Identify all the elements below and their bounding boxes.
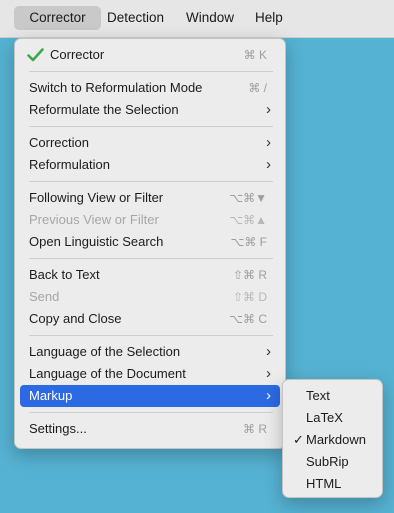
chevron-right-icon: › — [266, 156, 271, 173]
menubar-item-corrector[interactable]: Corrector — [14, 6, 101, 30]
menu-item-label: Previous View or Filter — [29, 212, 159, 227]
menu-item-label: Language of the Selection — [29, 344, 181, 359]
chevron-right-icon: › — [266, 343, 271, 360]
submenu-item-subrip[interactable]: SubRip — [288, 451, 378, 473]
menu-item-label: HTML — [306, 476, 342, 491]
shortcut-label: ⌘ R — [243, 422, 267, 436]
menu-item-correction[interactable]: Correction › — [20, 132, 280, 154]
menubar-item-label: Detection — [107, 10, 165, 25]
shortcut-label: ⌘ K — [243, 48, 267, 62]
menu-item-label: Following View or Filter — [29, 190, 164, 205]
menu-item-linguistic-search[interactable]: Open Linguistic Search ⌥⌘ F — [20, 231, 280, 253]
menu-item-label: Switch to Reformulation Mode — [29, 80, 203, 95]
menubar-item-label: Window — [186, 10, 235, 25]
menu-item-label: Open Linguistic Search — [29, 234, 164, 249]
submenu-item-text[interactable]: Text — [288, 385, 378, 407]
menubar-item-label: Help — [255, 10, 283, 25]
menu-item-following-view[interactable]: Following View or Filter ⌥⌘▼ — [20, 187, 280, 209]
shortcut-label: ⌥⌘▼ — [229, 191, 267, 205]
menu-item-settings[interactable]: Settings... ⌘ R — [20, 418, 280, 440]
menu-bar: Corrector Detection Window Help — [0, 0, 394, 38]
menu-item-label: Correction — [29, 135, 89, 150]
menu-item-markup[interactable]: Markup › — [20, 385, 280, 407]
shortcut-label: ⇧⌘ D — [232, 290, 267, 304]
chevron-right-icon: › — [266, 365, 271, 382]
menu-item-label: Send — [29, 289, 60, 304]
menu-item-corrector[interactable]: Corrector ⌘ K — [20, 44, 280, 66]
shortcut-label: ⌥⌘▲ — [229, 213, 267, 227]
menu-item-label: Markup — [29, 388, 73, 403]
chevron-right-icon: › — [266, 134, 271, 151]
menu-item-switch-mode[interactable]: Switch to Reformulation Mode ⌘ / — [20, 77, 280, 99]
menu-item-back-to-text[interactable]: Back to Text ⇧⌘ R — [20, 264, 280, 286]
menu-item-label: Language of the Document — [29, 366, 186, 381]
menu-item-copy-close[interactable]: Copy and Close ⌥⌘ C — [20, 308, 280, 330]
chevron-right-icon: › — [266, 101, 271, 118]
menubar-item-help[interactable]: Help — [255, 6, 283, 30]
menu-separator — [29, 412, 273, 413]
menu-item-reformulate-selection[interactable]: Reformulate the Selection › — [20, 99, 280, 121]
submenu-item-html[interactable]: HTML — [288, 473, 378, 495]
menu-item-label: Copy and Close — [29, 311, 122, 326]
chevron-right-icon: › — [266, 387, 271, 404]
menu-separator — [29, 71, 273, 72]
menu-item-label: Reformulation — [29, 157, 110, 172]
menu-item-label: SubRip — [306, 454, 349, 469]
submenu-item-latex[interactable]: LaTeX — [288, 407, 378, 429]
menu-separator — [29, 126, 273, 127]
menu-separator — [29, 258, 273, 259]
menu-item-label: Back to Text — [29, 267, 100, 282]
menu-item-label: LaTeX — [306, 410, 343, 425]
menu-item-language-document[interactable]: Language of the Document › — [20, 363, 280, 385]
menu-separator — [29, 335, 273, 336]
menu-item-send: Send ⇧⌘ D — [20, 286, 280, 308]
markup-submenu: Text LaTeX ✓ Markdown SubRip HTML — [282, 379, 383, 498]
menu-item-language-selection[interactable]: Language of the Selection › — [20, 341, 280, 363]
shortcut-label: ⌥⌘ F — [230, 235, 268, 249]
menu-item-label: Markdown — [306, 432, 366, 447]
menu-item-reformulation[interactable]: Reformulation › — [20, 154, 280, 176]
shortcut-label: ⌘ / — [248, 81, 267, 95]
menu-separator — [29, 181, 273, 182]
menu-item-previous-view: Previous View or Filter ⌥⌘▲ — [20, 209, 280, 231]
menubar-item-detection[interactable]: Detection — [107, 6, 164, 30]
corrector-dropdown-menu: Corrector ⌘ K Switch to Reformulation Mo… — [14, 38, 286, 449]
submenu-item-markdown[interactable]: ✓ Markdown — [288, 429, 378, 451]
shortcut-label: ⇧⌘ R — [232, 268, 267, 282]
menubar-item-window[interactable]: Window — [186, 6, 234, 30]
menubar-item-label: Corrector — [29, 10, 86, 25]
menu-item-label: Corrector — [50, 47, 105, 62]
menu-item-label: Settings... — [29, 421, 87, 436]
menu-item-label: Text — [306, 388, 330, 403]
shortcut-label: ⌥⌘ C — [229, 312, 267, 326]
menu-item-label: Reformulate the Selection — [29, 102, 179, 117]
checkmark-icon — [27, 48, 44, 62]
checkmark-icon: ✓ — [293, 432, 304, 447]
